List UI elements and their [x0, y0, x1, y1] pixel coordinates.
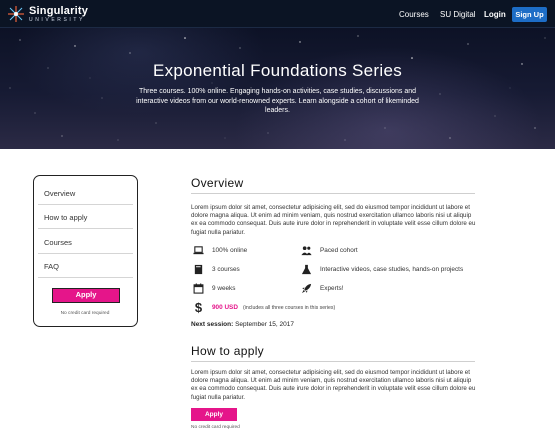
divider — [38, 204, 133, 205]
hero-banner: Exponential Foundations Series Three cou… — [0, 28, 555, 149]
sidebar-apply-button[interactable]: Apply — [52, 288, 120, 303]
hero-title: Exponential Foundations Series — [152, 61, 403, 80]
feature-item: 9 weeks — [193, 283, 235, 294]
feature-text: 9 weeks — [212, 285, 236, 292]
feature-text: 3 courses — [212, 266, 240, 273]
no-credit-card-note: No credit card required — [191, 425, 240, 430]
laptop-icon — [193, 245, 204, 256]
feature-text: Experts! — [320, 285, 344, 292]
logo-title: Singularity — [29, 4, 89, 17]
overview-text: Lorem ipsum dolor sit amet, consectetur … — [191, 204, 476, 236]
sidebar-nav-card: Overview How to apply Courses FAQ Apply … — [33, 175, 138, 327]
sidebar-item-courses[interactable]: Courses — [44, 238, 72, 247]
overview-heading: Overview — [191, 176, 244, 190]
calendar-icon — [193, 283, 204, 294]
apply-button[interactable]: Apply — [191, 408, 237, 421]
divider — [191, 193, 475, 194]
feature-item: Paced cohort — [301, 245, 358, 256]
divider — [38, 277, 133, 278]
logo-icon — [7, 5, 25, 23]
logo-subtitle: UNIVERSITY — [29, 16, 86, 23]
login-link[interactable]: Login — [484, 10, 506, 19]
sidebar-item-how-to-apply[interactable]: How to apply — [44, 213, 87, 222]
price-note: (includes all three courses in this seri… — [242, 304, 336, 311]
book-icon — [193, 264, 204, 275]
feature-text: Paced cohort — [320, 247, 358, 254]
divider — [191, 361, 475, 362]
next-session: Next session: September 15, 2017 — [191, 321, 294, 328]
top-nav: Singularity UNIVERSITY Courses SU Digita… — [0, 0, 555, 28]
price-value: 900 USD — [212, 304, 238, 311]
sign-up-button[interactable]: Sign Up — [512, 7, 547, 22]
sidebar-item-overview[interactable]: Overview — [44, 189, 75, 198]
flask-icon — [301, 264, 312, 275]
divider — [38, 228, 133, 229]
dollar-icon: $ — [194, 300, 203, 315]
divider — [38, 253, 133, 254]
feature-text: Interactive videos, case studies, hands-… — [320, 266, 464, 273]
no-credit-card-note: No credit card required — [60, 311, 110, 316]
feature-item: Experts! — [301, 283, 343, 294]
feature-item: Interactive videos, case studies, hands-… — [301, 264, 463, 275]
price-row: $ 900 USD (includes all three courses in… — [193, 300, 336, 315]
hero-description: Three courses. 100% online. Engaging han… — [136, 88, 419, 115]
feature-item: 100% online — [193, 245, 247, 256]
sidebar-item-faq[interactable]: FAQ — [44, 262, 59, 271]
how-to-apply-text: Lorem ipsum dolor sit amet, consectetur … — [191, 369, 476, 401]
nav-link-courses[interactable]: Courses — [399, 10, 429, 19]
logo[interactable]: Singularity UNIVERSITY — [7, 4, 88, 24]
next-session-label: Next session: — [191, 321, 234, 328]
feature-item: 3 courses — [193, 264, 240, 275]
feature-text: 100% online — [212, 247, 248, 254]
people-icon — [301, 245, 312, 256]
how-to-apply-heading: How to apply — [191, 344, 264, 358]
next-session-date: September 15, 2017 — [235, 321, 294, 328]
nav-link-su-digital[interactable]: SU Digital — [440, 10, 476, 19]
rocket-icon — [301, 283, 312, 294]
